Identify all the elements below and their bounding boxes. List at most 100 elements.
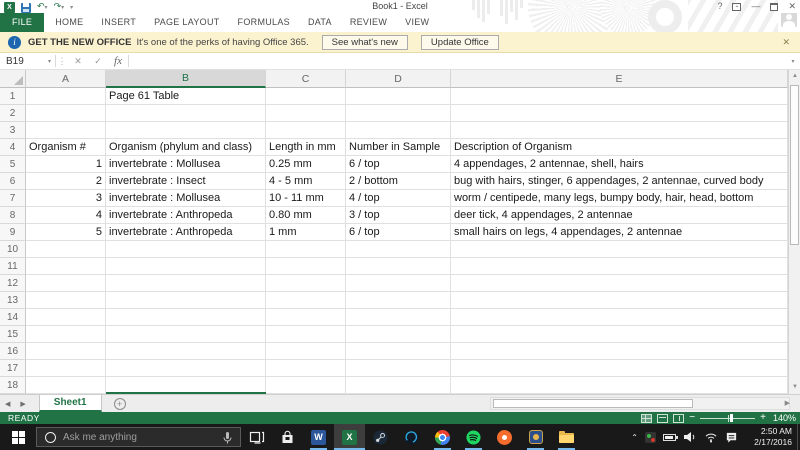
cell-C2[interactable] xyxy=(266,105,346,122)
redo-icon[interactable]: ↷▾ xyxy=(54,1,65,14)
cell-A15[interactable] xyxy=(26,326,106,343)
cell-D7[interactable]: 4 / top xyxy=(346,190,451,207)
cell-C17[interactable] xyxy=(266,360,346,377)
cell-E3[interactable] xyxy=(451,122,788,139)
cell-C18[interactable] xyxy=(266,377,346,394)
cell-C14[interactable] xyxy=(266,309,346,326)
sheet-nav-right-icon[interactable]: ▶ xyxy=(15,395,30,412)
cell-B6[interactable]: invertebrate : Insect xyxy=(106,173,266,190)
cell-C16[interactable] xyxy=(266,343,346,360)
cell-C13[interactable] xyxy=(266,292,346,309)
cell-D10[interactable] xyxy=(346,241,451,258)
cell-D11[interactable] xyxy=(346,258,451,275)
scroll-up-icon[interactable]: ▲ xyxy=(789,70,800,83)
cell-A11[interactable] xyxy=(26,258,106,275)
cell-D14[interactable] xyxy=(346,309,451,326)
cell-B14[interactable] xyxy=(106,309,266,326)
row-header-8[interactable]: 8 xyxy=(0,207,26,224)
taskbar-icon-excel[interactable]: X xyxy=(334,424,365,450)
taskbar-icon-store[interactable] xyxy=(272,424,303,450)
column-header-e[interactable]: E xyxy=(451,70,788,88)
cell-A13[interactable] xyxy=(26,292,106,309)
cell-D2[interactable] xyxy=(346,105,451,122)
row-header-12[interactable]: 12 xyxy=(0,275,26,292)
cell-A5[interactable]: 1 xyxy=(26,156,106,173)
cell-D17[interactable] xyxy=(346,360,451,377)
cell-D1[interactable] xyxy=(346,88,451,105)
cell-C8[interactable]: 0.80 mm xyxy=(266,207,346,224)
ribbon-tab-data[interactable]: DATA xyxy=(299,13,341,32)
cell-A4[interactable]: Organism # xyxy=(26,139,106,156)
cell-D3[interactable] xyxy=(346,122,451,139)
cell-E10[interactable] xyxy=(451,241,788,258)
column-header-b[interactable]: B xyxy=(106,70,266,88)
scroll-down-icon[interactable]: ▼ xyxy=(789,381,800,394)
cell-C7[interactable]: 10 - 11 mm xyxy=(266,190,346,207)
sheet-tab-sheet1[interactable]: Sheet1 xyxy=(39,395,102,412)
taskbar-icon-hearthstone[interactable] xyxy=(520,424,551,450)
page-break-view-icon[interactable] xyxy=(673,414,684,423)
insert-function-icon[interactable]: fx xyxy=(108,53,128,69)
close-button[interactable]: ✕ xyxy=(788,0,796,13)
column-header-a[interactable]: A xyxy=(26,70,106,88)
ribbon-tab-insert[interactable]: INSERT xyxy=(92,13,145,32)
taskbar-icon-origin[interactable] xyxy=(489,424,520,450)
message-close-icon[interactable]: ✕ xyxy=(782,37,790,48)
new-sheet-button[interactable]: + xyxy=(114,398,126,410)
enter-entry-icon[interactable]: ✓ xyxy=(88,53,108,69)
row-header-17[interactable]: 17 xyxy=(0,360,26,377)
row-header-1[interactable]: 1 xyxy=(0,88,26,105)
help-button[interactable]: ? xyxy=(717,0,722,13)
cell-D8[interactable]: 3 / top xyxy=(346,207,451,224)
cell-C6[interactable]: 4 - 5 mm xyxy=(266,173,346,190)
cell-B2[interactable] xyxy=(106,105,266,122)
select-all-corner[interactable] xyxy=(0,70,26,88)
ribbon-tab-review[interactable]: REVIEW xyxy=(341,13,396,32)
cell-B10[interactable] xyxy=(106,241,266,258)
column-header-d[interactable]: D xyxy=(346,70,451,88)
cell-C9[interactable]: 1 mm xyxy=(266,224,346,241)
cell-A9[interactable]: 5 xyxy=(26,224,106,241)
cell-D15[interactable] xyxy=(346,326,451,343)
cell-B9[interactable]: invertebrate : Anthropeda xyxy=(106,224,266,241)
scroll-right-icon[interactable]: ▶ xyxy=(785,398,790,410)
cell-A18[interactable] xyxy=(26,377,106,394)
row-header-5[interactable]: 5 xyxy=(0,156,26,173)
cell-B11[interactable] xyxy=(106,258,266,275)
row-header-13[interactable]: 13 xyxy=(0,292,26,309)
cell-C5[interactable]: 0.25 mm xyxy=(266,156,346,173)
cell-A14[interactable] xyxy=(26,309,106,326)
zoom-out-icon[interactable]: − xyxy=(689,413,695,423)
taskbar-icon-chrome[interactable] xyxy=(427,424,458,450)
cell-D4[interactable]: Number in Sample xyxy=(346,139,451,156)
minimize-button[interactable]: — xyxy=(751,0,760,13)
row-header-11[interactable]: 11 xyxy=(0,258,26,275)
cell-E12[interactable] xyxy=(451,275,788,292)
name-box[interactable]: B19 ▾ xyxy=(0,53,55,69)
see-whats-new-button[interactable]: See what's new xyxy=(322,35,408,50)
vertical-scrollbar[interactable]: ▲ ▼ xyxy=(788,70,800,394)
cell-E5[interactable]: 4 appendages, 2 antennae, shell, hairs xyxy=(451,156,788,173)
cell-D12[interactable] xyxy=(346,275,451,292)
cell-E4[interactable]: Description of Organism xyxy=(451,139,788,156)
restore-button[interactable] xyxy=(770,3,778,11)
cell-C10[interactable] xyxy=(266,241,346,258)
cell-D6[interactable]: 2 / bottom xyxy=(346,173,451,190)
update-office-button[interactable]: Update Office xyxy=(421,35,499,50)
row-header-14[interactable]: 14 xyxy=(0,309,26,326)
cell-C15[interactable] xyxy=(266,326,346,343)
account-area[interactable]: Omid Shirvani ▾ xyxy=(713,11,797,27)
cell-E18[interactable] xyxy=(451,377,788,394)
cell-A2[interactable] xyxy=(26,105,106,122)
cell-D13[interactable] xyxy=(346,292,451,309)
cell-A10[interactable] xyxy=(26,241,106,258)
cell-B3[interactable] xyxy=(106,122,266,139)
normal-view-icon[interactable] xyxy=(641,414,652,423)
cell-B12[interactable] xyxy=(106,275,266,292)
formula-input[interactable] xyxy=(129,53,786,69)
row-header-16[interactable]: 16 xyxy=(0,343,26,360)
name-box-dropdown-icon[interactable]: ▾ xyxy=(48,58,51,65)
cell-E14[interactable] xyxy=(451,309,788,326)
cell-E13[interactable] xyxy=(451,292,788,309)
row-header-6[interactable]: 6 xyxy=(0,173,26,190)
